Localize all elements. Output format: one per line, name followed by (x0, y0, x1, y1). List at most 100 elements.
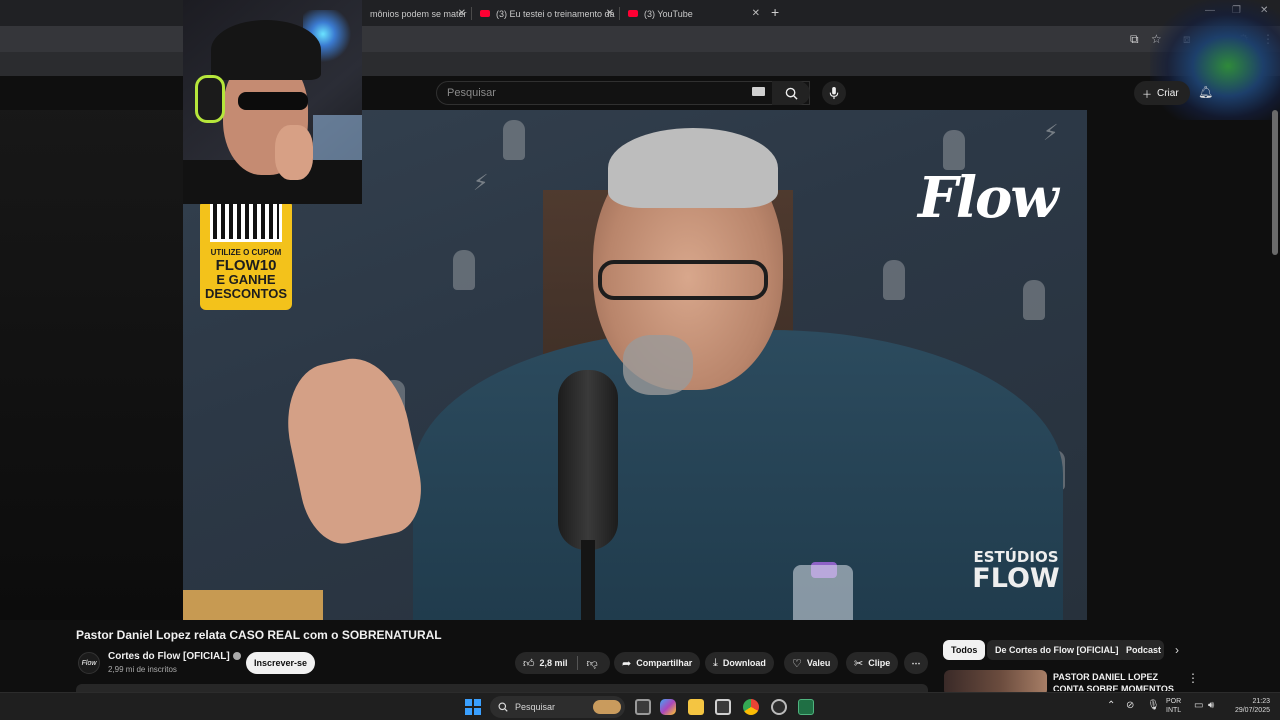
description-box[interactable] (76, 684, 928, 692)
qr-code (210, 200, 282, 242)
flow-logo: Flow (918, 165, 1059, 231)
avatar-logo: Flow (81, 659, 97, 667)
subscriber-count: 2,99 mi de inscritos (108, 665, 177, 674)
install-app-icon[interactable]: ⧉ (1130, 32, 1139, 47)
taskbar-search[interactable]: Pesquisar (490, 696, 625, 718)
video-title: Pastor Daniel Lopez relata CASO REAL com… (76, 628, 442, 642)
download-label: Download (722, 658, 766, 668)
coupon-promo: UTILIZE O CUPOM FLOW10 E GANHE DESCONTOS (200, 200, 292, 310)
time: 21:23 (1252, 698, 1270, 705)
clock[interactable]: 21:23 29/07/2025 (1228, 697, 1270, 715)
search-button[interactable] (772, 81, 810, 105)
like-icon[interactable]: 👍︎ (523, 657, 535, 670)
streamer-cap (211, 20, 321, 80)
copilot-icon[interactable] (660, 699, 676, 715)
share-label: Compartilhar (636, 658, 693, 668)
file-explorer-icon[interactable] (688, 699, 704, 715)
chevron-right-icon[interactable]: › (1175, 643, 1179, 657)
language-line-2: INTL (1166, 707, 1182, 714)
like-dislike-group: 👍︎ 2,8 mil 👎︎ (515, 652, 610, 674)
headset (195, 75, 225, 123)
verified-icon (232, 652, 241, 660)
sunglasses (238, 92, 308, 110)
youtube-icon (480, 10, 490, 17)
chip-channel[interactable]: De Cortes do Flow [OFICIAL] (987, 640, 1127, 660)
taskbar-search-label: Pesquisar (515, 702, 556, 712)
subscribe-button[interactable]: Inscrever-se (246, 652, 315, 674)
keyboard-icon[interactable] (752, 87, 765, 96)
wall-decoration (503, 120, 525, 160)
table (183, 590, 323, 620)
task-view-icon[interactable] (635, 699, 651, 715)
download-button[interactable]: ⤓ Download (705, 652, 774, 674)
windows-start-icon[interactable] (465, 699, 481, 715)
voice-search-button[interactable] (822, 81, 846, 105)
language-indicator[interactable]: POR INTL (1166, 697, 1181, 715)
streamer-hand (275, 125, 313, 180)
promo-line-2: FLOW10 (215, 257, 277, 274)
share-button[interactable]: ➦ Compartilhar (614, 652, 701, 674)
display-icon[interactable]: ▭ (1194, 700, 1203, 711)
webcam-overlay (183, 0, 362, 204)
chrome-icon[interactable] (743, 699, 759, 715)
wall-decoration (883, 260, 905, 300)
channel-avatar[interactable]: Flow (78, 652, 100, 674)
wall-decoration (453, 250, 475, 290)
tab-title: (3) YouTube (644, 8, 693, 19)
thanks-label: Valeu (806, 658, 831, 668)
tray-chevron-icon[interactable]: ⌃ (1107, 700, 1115, 711)
microphone-stand (581, 540, 595, 620)
podcast-microphone (558, 370, 618, 550)
date: 29/07/2025 (1234, 707, 1270, 714)
volume-icon[interactable]: 🔊︎ (1208, 700, 1214, 711)
chip-all[interactable]: Todos (943, 640, 986, 660)
water-bottle (793, 565, 853, 620)
browser-tab-3[interactable]: (3) YouTube ✕ (620, 3, 766, 24)
lightning-bolt-icon: ⚡︎ (1043, 120, 1059, 145)
microphone-icon (829, 86, 839, 99)
new-tab-button[interactable]: + (771, 4, 779, 20)
close-icon[interactable]: ✕ (606, 8, 614, 19)
windows-taskbar: Pesquisar ⌃ ⊘ 🎙︎ POR INTL ▭ 🔊︎ 21:23 29/… (0, 692, 1280, 720)
wall-decoration (943, 130, 965, 170)
terminal-icon[interactable] (798, 699, 814, 715)
host-glasses (598, 260, 768, 300)
tab-title: (3) Eu testei o treinamento da (496, 8, 615, 19)
lightning-bolt-icon: ⚡︎ (473, 170, 489, 195)
tab-title: mônios podem se mater (370, 8, 467, 19)
close-icon[interactable]: ✕ (458, 8, 466, 19)
microsoft-store-icon[interactable] (715, 699, 731, 715)
thanks-button[interactable]: ♡ Valeu (784, 652, 839, 674)
network-off-icon[interactable]: ⊘ (1126, 700, 1134, 711)
language-line-1: POR (1166, 698, 1182, 705)
recommendation-menu-icon[interactable]: ⋮ (1187, 671, 1199, 685)
studio-line-2: FLOW (972, 563, 1060, 594)
share-icon: ➦ (622, 657, 632, 670)
wall-decoration (1023, 280, 1045, 320)
microphone-icon[interactable]: 🎙︎ (1147, 700, 1160, 711)
recommendation-title[interactable]: PASTOR DANIEL LOPEZ CONTA SOBRE MOMENTOS (1053, 671, 1188, 691)
browser-tab-1[interactable]: mônios podem se mater ✕ (362, 3, 472, 24)
like-count[interactable]: 2,8 mil (540, 658, 568, 668)
promo-line-3: E GANHE (216, 272, 276, 287)
channel-name: Cortes do Flow [OFICIAL] (108, 651, 230, 662)
scrollbar[interactable] (1272, 110, 1278, 255)
app-icon[interactable] (771, 699, 787, 715)
thanks-heart-icon: ♡ (792, 657, 802, 670)
chip-podcast[interactable]: Podcast (1118, 640, 1164, 660)
channel-name-row[interactable]: Cortes do Flow [OFICIAL] (108, 651, 241, 662)
search-icon (785, 87, 798, 100)
youtube-icon (628, 10, 638, 17)
host-beard (623, 335, 693, 395)
clip-button[interactable]: ✂ Clipe (846, 652, 899, 674)
create-button[interactable]: ＋ Criar (1134, 81, 1190, 105)
plus-icon: ＋ (1142, 89, 1152, 101)
notifications-bell-icon[interactable]: 🔔︎ (1198, 85, 1213, 99)
host-hair (608, 128, 778, 208)
screen: mônios podem se mater ✕ (3) Eu testei o … (0, 0, 1280, 720)
dislike-icon[interactable]: 👎︎ (587, 657, 598, 670)
close-icon[interactable]: ✕ (752, 8, 760, 19)
browser-tab-2[interactable]: (3) Eu testei o treinamento da ✕ (472, 3, 620, 24)
download-icon: ⤓ (713, 656, 718, 669)
more-actions-button[interactable]: ⋯ (904, 652, 928, 674)
